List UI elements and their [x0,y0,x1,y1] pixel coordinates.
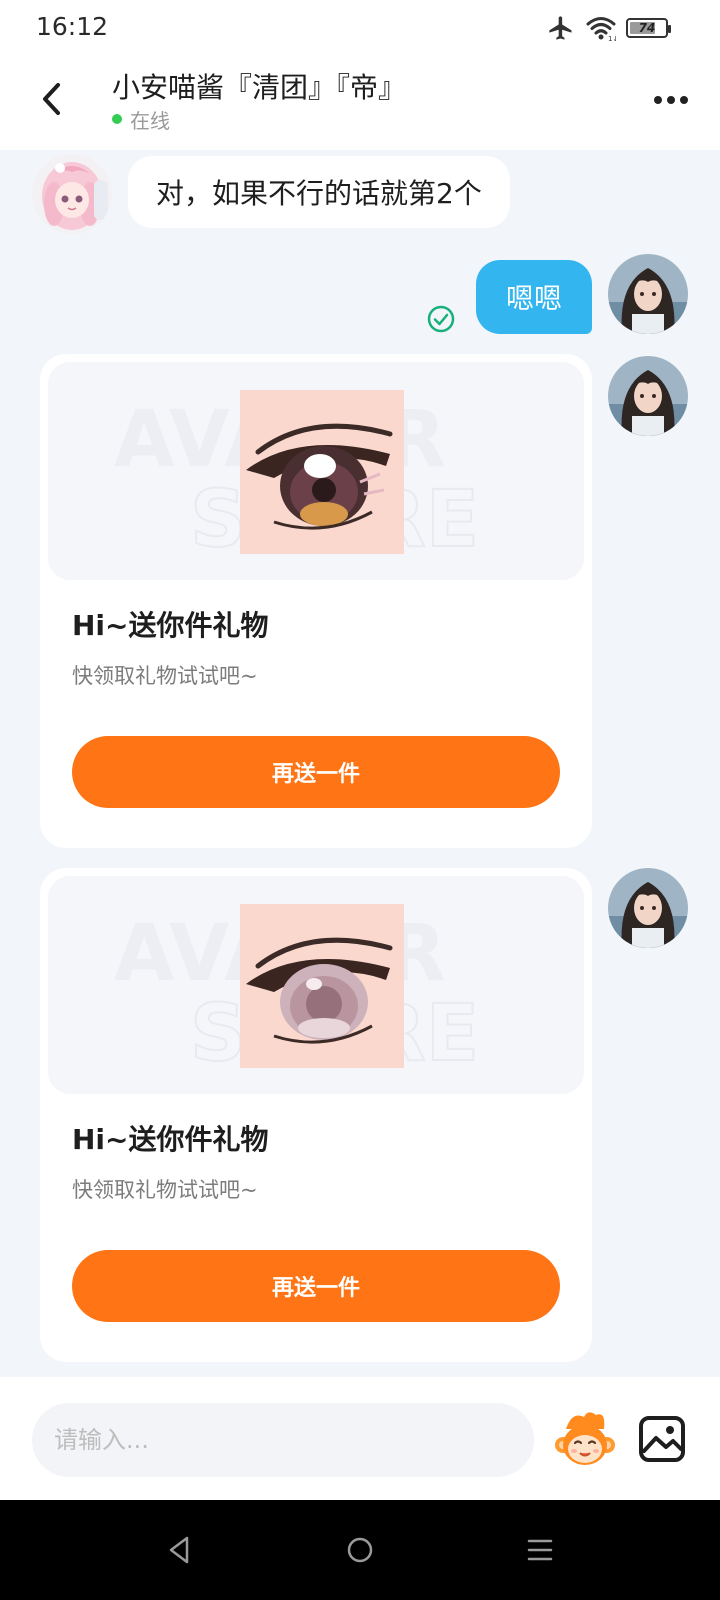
wifi-icon: 1↓ [586,17,616,42]
anime-eye-image [240,390,404,554]
system-nav-bar [0,1500,720,1600]
my-avatar-image [608,254,688,334]
svg-text:1↓: 1↓ [608,35,616,42]
recents-menu-icon[interactable] [520,1530,560,1570]
gift-title: Hi~送你件礼物 [72,1123,269,1156]
my-avatar[interactable] [608,254,688,334]
more-dots-icon [680,96,688,104]
battery-level: 74 [638,21,656,35]
send-again-button[interactable]: 再送一件 [72,1250,560,1322]
peer-name: 小安喵酱『清团』『帝』 [112,71,407,104]
airplane-icon [549,16,572,40]
my-avatar-image [608,356,688,436]
chat-screen: 16:12 1↓ 74 小安喵酱『清团』『帝』 在线 对，如果不行的话就第2个 … [0,0,720,1600]
image-icon [639,1416,685,1462]
online-dot-icon [112,114,122,124]
gift-title: Hi~送你件礼物 [72,609,269,642]
chat-header: 小安喵酱『清团』『帝』 在线 [0,54,720,150]
online-status: 在线 [112,106,170,133]
gift-card[interactable]: AVATAR STORE Hi~送你件礼物 [40,868,592,1362]
more-dots-icon [654,96,662,104]
gift-preview: AVATAR STORE [48,876,584,1094]
input-bar [0,1377,720,1500]
gift-subtitle: 快领取礼物试试吧~ [72,1178,258,1202]
outgoing-message-bubble[interactable]: 嗯嗯 [475,260,592,334]
battery-icon: 74 [626,18,671,38]
home-circle-icon[interactable] [340,1530,380,1570]
status-time: 16:12 [36,12,109,41]
incoming-message-bubble[interactable]: 对，如果不行的话就第2个 [128,156,510,228]
back-triangle-icon[interactable] [160,1530,200,1570]
chevron-left-icon [43,83,60,115]
my-avatar[interactable] [608,356,688,436]
message-list[interactable]: 对，如果不行的话就第2个 嗯嗯 Hi~送你件礼物 快领取礼物试试吧~ 再送一件 … [0,150,720,1377]
check-circle-icon [427,305,455,333]
my-avatar-image [608,868,688,948]
status-icons: 1↓ 74 [546,14,671,42]
message-input[interactable] [32,1403,534,1477]
peer-avatar-image [32,154,112,234]
gift-card[interactable]: AVATAR STORE [40,354,592,848]
status-bar: 16:12 1↓ 74 [0,0,720,54]
emoji-button[interactable] [552,1407,618,1473]
image-picker-button[interactable] [636,1413,688,1465]
peer-avatar[interactable] [32,154,112,234]
anime-eye-image [240,904,404,1068]
my-avatar[interactable] [608,868,688,948]
gift-subtitle: 快领取礼物试试吧~ [72,664,258,688]
send-again-button[interactable]: 再送一件 [72,736,560,808]
online-status-text: 在线 [130,108,170,133]
gift-preview: AVATAR STORE [48,362,584,580]
back-button[interactable] [30,76,76,122]
more-options-button[interactable] [646,80,696,120]
monkey-emoji-icon [555,1412,615,1465]
more-dots-icon [667,96,675,104]
